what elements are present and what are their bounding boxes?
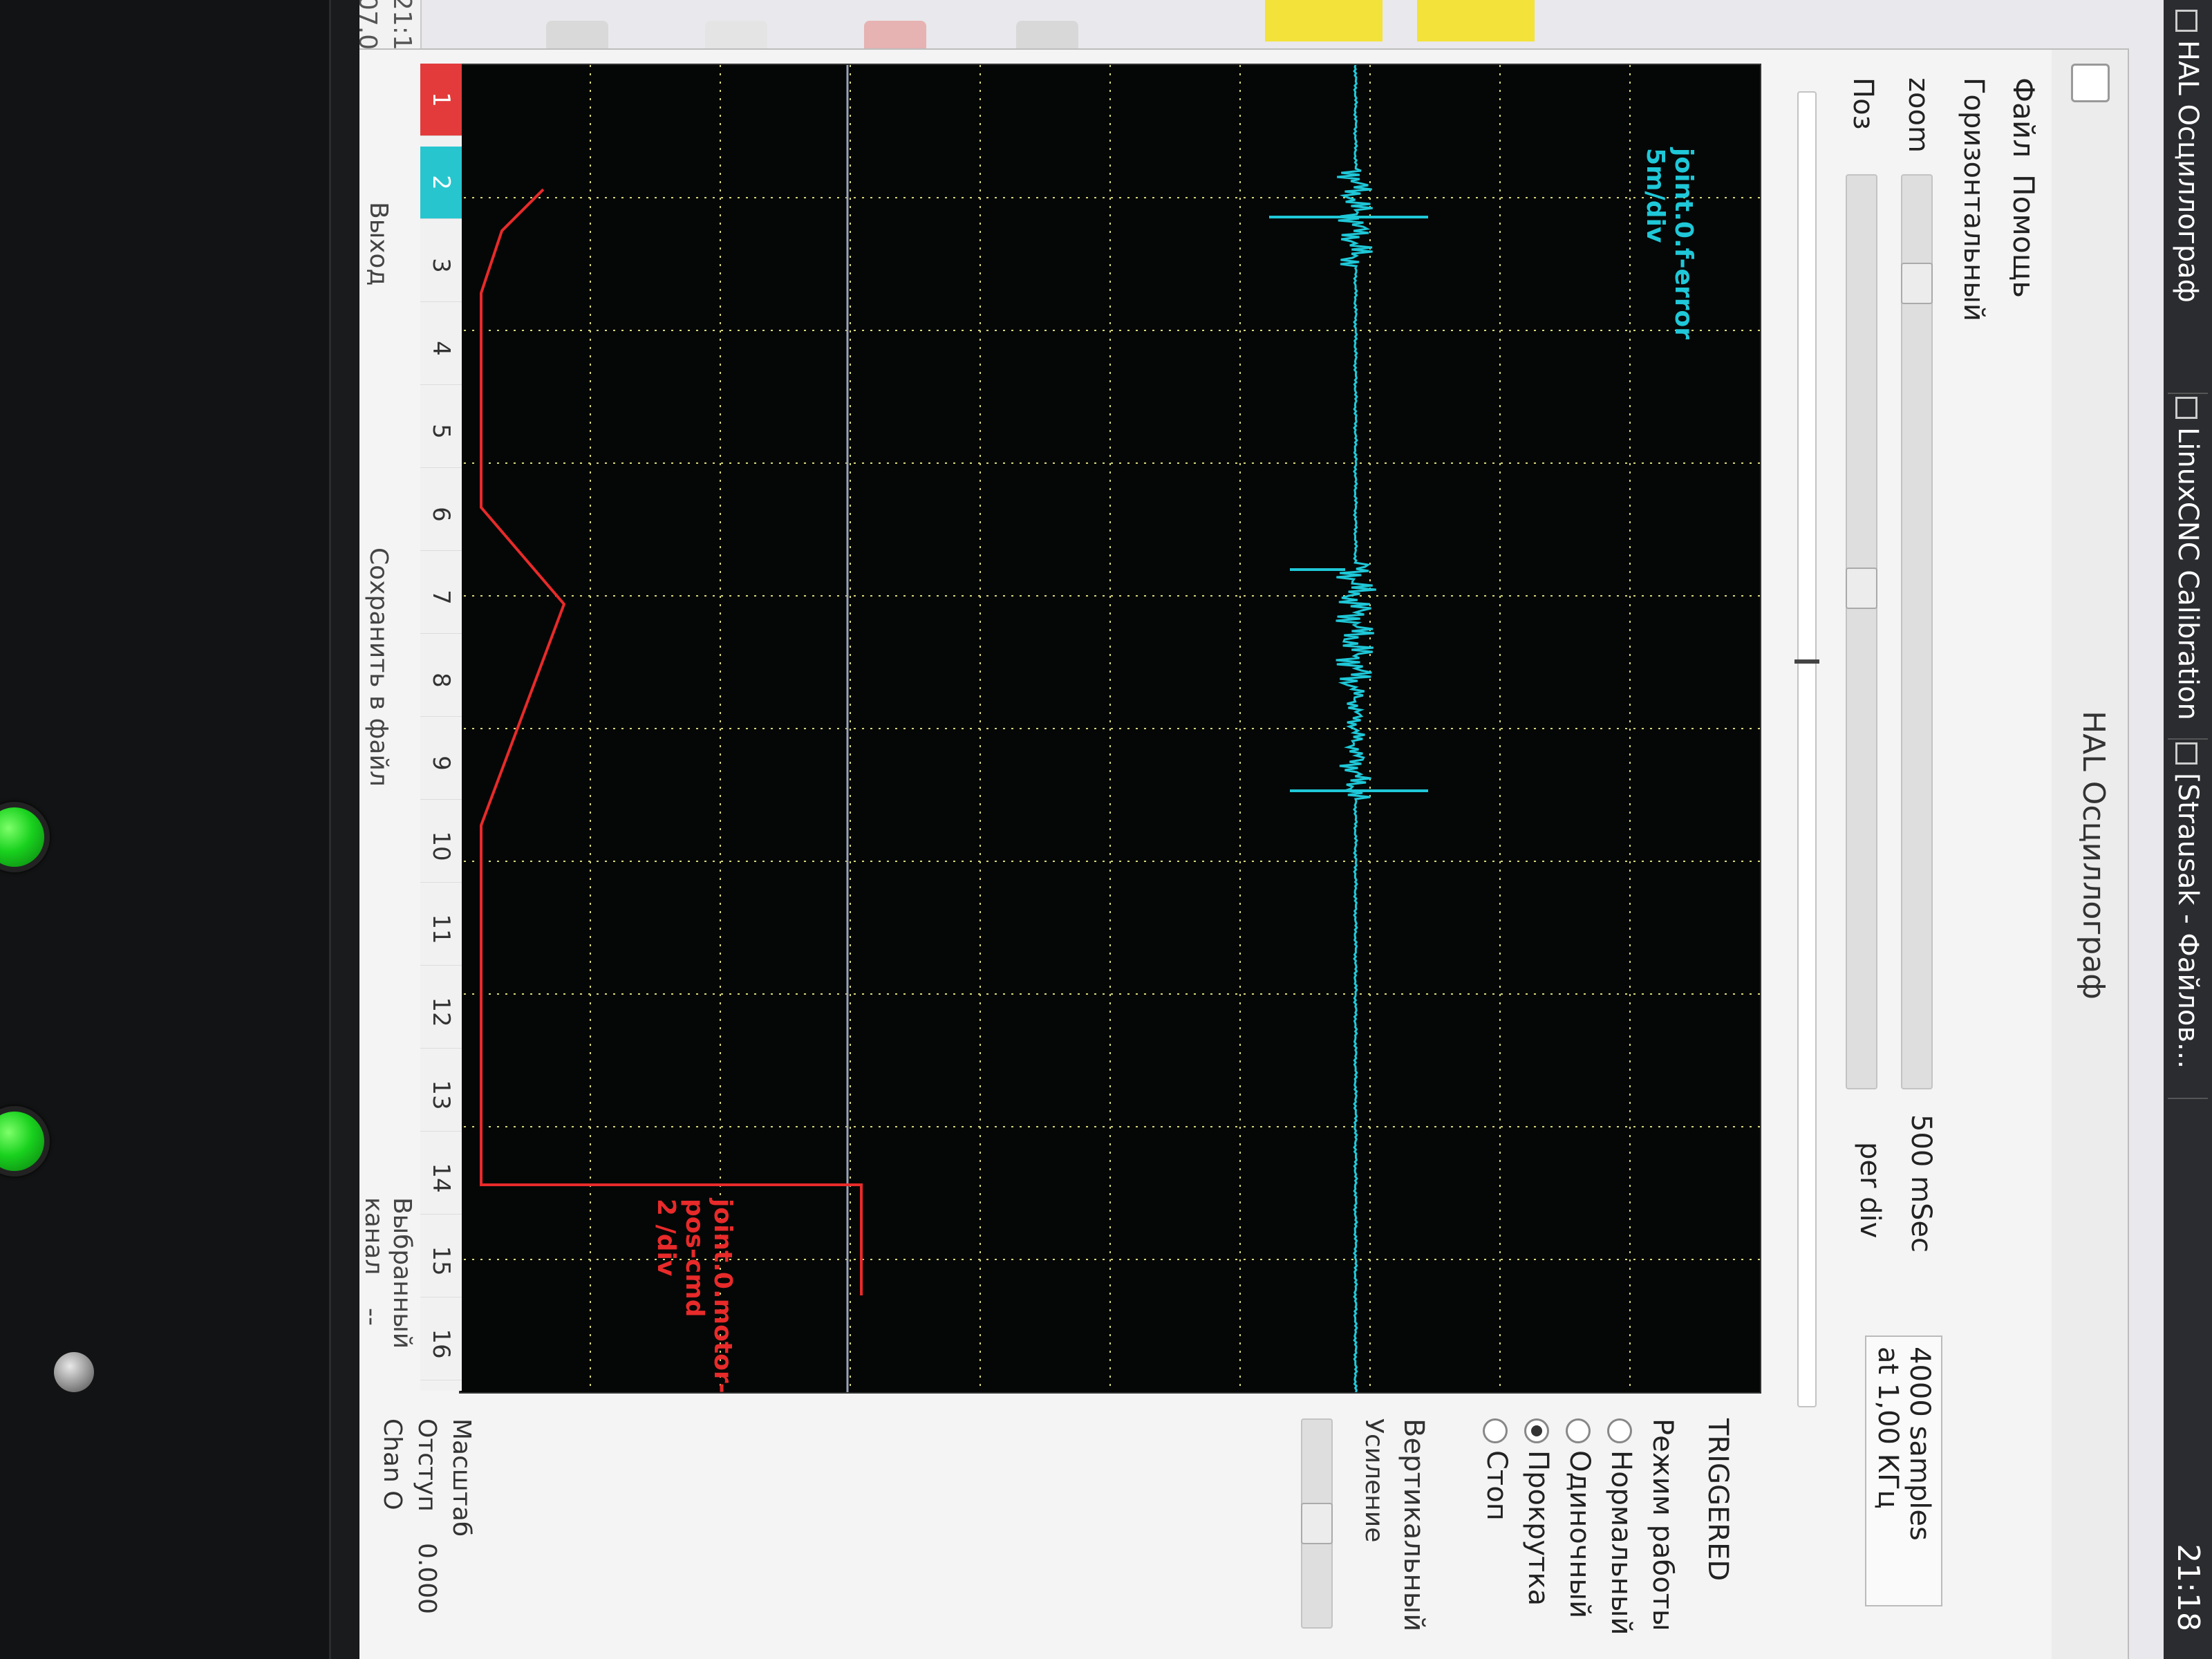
scope-display[interactable]: joint.0.f-error 5m/div joint.0.motor-pos…	[459, 64, 1761, 1394]
taskbar-item-filemanager[interactable]: [Strausak - Файлов...	[2168, 733, 2208, 1099]
horizontal-panel: Горизонтальный zoom Поз 500 mSec per div…	[1768, 50, 1996, 1659]
run-mode-group: Режим работы Нормальный Одиночный Прокру…	[1471, 1418, 1678, 1635]
exit-button[interactable]: Выход	[364, 202, 393, 285]
right-controls: TRIGGERED Режим работы Нормальный Одиноч…	[359, 1405, 1761, 1653]
per-div-label: per div	[1854, 1142, 1886, 1239]
selected-channel-label: Выбранный канал	[359, 1197, 416, 1349]
toolbar-tile-yellow-2[interactable]	[1417, 0, 1535, 41]
window-icon	[2175, 397, 2197, 419]
run-mode-stop[interactable]: Стоп	[1481, 1418, 1512, 1635]
trace-scale-ferror: 5m/div	[1641, 148, 1669, 243]
run-mode-roll[interactable]: Прокрутка	[1522, 1418, 1554, 1635]
save-to-file-button[interactable]: Сохранить в файл	[364, 547, 393, 787]
menubar: Файл Помощь	[1996, 50, 2052, 1659]
run-mode-label: Режим работы	[1647, 1418, 1678, 1631]
sample-rate: at 1,00 КГц	[1872, 1347, 1904, 1509]
channel-button-9[interactable]: 9	[420, 727, 462, 800]
pos-label: Поз	[1847, 77, 1879, 130]
record-position-bar[interactable]	[1794, 91, 1819, 1407]
channel-button-5[interactable]: 5	[420, 395, 462, 468]
channel-button-12[interactable]: 12	[420, 976, 462, 1049]
gain-slider[interactable]	[1301, 1418, 1333, 1629]
radio-icon	[1607, 1418, 1632, 1443]
position-slider-thumb[interactable]	[1846, 568, 1877, 609]
position-slider[interactable]	[1846, 174, 1877, 1089]
channel-selector: 1 2 3 4 5 6 7 8 9 10 11 12 13 14 15 16	[420, 64, 462, 1391]
window-menu-icon[interactable]	[2071, 64, 2110, 102]
chan-offset-label: Chan O	[378, 1418, 406, 1510]
channel-button-1[interactable]: 1	[420, 64, 462, 136]
bezel-edge	[329, 0, 359, 1659]
sample-count: 4000 samples	[1904, 1347, 1936, 1541]
monitor-bezel	[0, 0, 359, 1659]
sample-info[interactable]: 4000 samples at 1,00 КГц	[1865, 1335, 1942, 1606]
trace-name-motor: joint.0.motor-pos-cmd	[680, 1199, 737, 1394]
selected-channel-panel: Выбранный канал -- Сохранить в файл Выхо…	[359, 64, 420, 1391]
channel-button-2[interactable]: 2	[420, 147, 462, 219]
zoom-label: zoom	[1902, 77, 1934, 153]
channel-button-10[interactable]: 10	[420, 810, 462, 883]
green-led-top	[0, 802, 50, 872]
channel-button-7[interactable]: 7	[420, 561, 462, 634]
trace-label-motor: joint.0.motor-pos-cmd 2 /div	[652, 1199, 737, 1394]
channel-button-11[interactable]: 11	[420, 893, 462, 966]
run-mode-single[interactable]: Одиночный	[1564, 1418, 1595, 1635]
channel-button-16[interactable]: 16	[420, 1308, 462, 1380]
zoom-slider[interactable]	[1901, 174, 1933, 1089]
run-mode-normal[interactable]: Нормальный	[1605, 1418, 1637, 1635]
trigger-state: TRIGGERED	[1702, 1418, 1734, 1582]
green-led-bottom	[0, 1106, 50, 1177]
taskbar-item-scope[interactable]: HAL Осциллограф	[2168, 0, 2208, 394]
toolbar-tile-yellow-1[interactable]	[1265, 0, 1382, 41]
window-titlebar[interactable]: HAL Осциллограф	[2050, 50, 2128, 1659]
channel-button-13[interactable]: 13	[420, 1059, 462, 1132]
window-icon	[2175, 742, 2197, 765]
rotated-desktop: HAL Осциллограф LinuxCNC Calibration [St…	[359, 0, 2212, 1659]
time-per-div: 500 mSec	[1905, 1114, 1937, 1253]
gain-slider-thumb[interactable]	[1301, 1503, 1333, 1544]
scale-label: Масштаб	[447, 1418, 476, 1537]
radio-icon	[1566, 1418, 1591, 1443]
trace-label-ferror: joint.0.f-error 5m/div	[1641, 148, 1698, 339]
menu-file[interactable]: Файл	[2007, 77, 2041, 158]
trace-scale-motor: 2 /div	[652, 1199, 680, 1277]
offset-value[interactable]: 0.000	[413, 1543, 441, 1614]
window-icon	[2175, 10, 2197, 32]
hal-scope-window: HAL Осциллограф Файл Помощь Горизонтальн…	[359, 48, 2129, 1659]
gain-label: Усиление	[1360, 1418, 1388, 1543]
channel-button-15[interactable]: 15	[420, 1225, 462, 1297]
scope-plot	[460, 65, 1760, 1392]
taskbar-clock: 21:18	[2171, 1544, 2206, 1631]
channel-button-14[interactable]: 14	[420, 1142, 462, 1215]
bezel-screw	[54, 1352, 94, 1392]
taskbar-item-calibration[interactable]: LinuxCNC Calibration	[2168, 387, 2208, 740]
trace-motor-pos-cmd	[480, 188, 863, 1295]
selected-channel-value: --	[359, 1308, 386, 1326]
menu-help[interactable]: Помощь	[2007, 174, 2041, 298]
radio-icon	[1483, 1418, 1508, 1443]
window-title: HAL Осциллограф	[2076, 711, 2111, 1000]
radio-selected-icon	[1524, 1418, 1549, 1443]
offset-label: Отступ	[413, 1418, 441, 1512]
channel-button-6[interactable]: 6	[420, 478, 462, 551]
vertical-label: Вертикальный	[1398, 1418, 1430, 1632]
trigger-marker	[1794, 659, 1819, 664]
horizontal-section-label: Горизонтальный	[1958, 77, 1989, 321]
taskbar: HAL Осциллограф LinuxCNC Calibration [St…	[2164, 0, 2212, 1659]
channel-button-4[interactable]: 4	[420, 312, 462, 385]
zoom-slider-thumb[interactable]	[1901, 263, 1933, 304]
channel-button-3[interactable]: 3	[420, 229, 462, 302]
monitor-screen: HAL Осциллограф LinuxCNC Calibration [St…	[359, 0, 2212, 1659]
trace-name-ferror: joint.0.f-error	[1669, 148, 1698, 340]
channel-button-8[interactable]: 8	[420, 644, 462, 717]
